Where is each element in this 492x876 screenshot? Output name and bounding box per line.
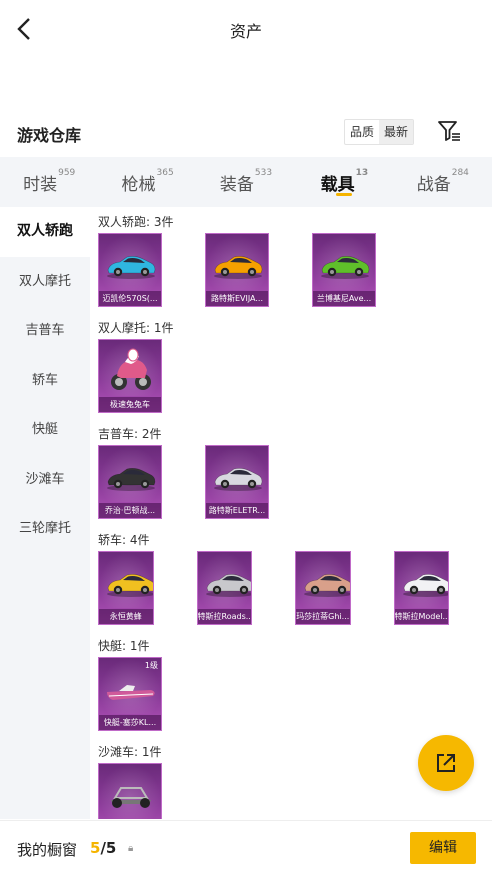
section-title: 快艇: 1件 [98,639,150,653]
tab-count: 365 [156,168,174,178]
vehicle-card[interactable]: 永恒黄蜂 [98,551,154,625]
vehicle-name: 特斯拉Model... [394,609,448,624]
tab-count: 533 [254,168,273,178]
vehicle-name: 快艇-塞莎KL... [99,715,161,730]
section-title: 双人轿跑: 3件 [98,215,174,229]
vehicle-name: 兰博基尼Ave... [313,291,375,306]
vehicle-card[interactable]: 路特斯EVIJA... [205,233,269,307]
vehicle-section: 快艇: 1件 1级快艇-塞莎KL... [90,631,492,737]
tab-1[interactable]: 枪械365 [98,157,196,207]
vehicle-icon [214,468,263,491]
share-button[interactable] [418,735,474,791]
tab-label: 装备 [219,175,254,195]
vehicle-list[interactable]: 双人轿跑: 3件 迈凯伦570S(... 路特斯EVIJA... 兰博基尼Ave...… [90,207,492,819]
vehicle-icon [304,574,350,597]
vehicle-name: 路特斯EVIJA... [206,291,268,306]
sort-latest-button[interactable]: 最新 [379,120,414,144]
vehicle-card[interactable]: 兰博基尼Ave... [312,233,376,307]
showcase-label: 我的橱窗 [17,841,78,859]
sort-quality-button[interactable]: 品质 [345,120,379,144]
vehicle-section: 双人摩托: 1件 极速兔兔车 [90,313,492,419]
vehicle-icon [107,256,156,279]
card-row: 1级快艇-塞莎KL... [98,653,492,737]
vehicle-name: 极速兔兔车 [99,397,161,412]
vehicle-name: 乔治·巴顿战... [99,503,161,518]
vehicle-icon [107,685,155,700]
vehicle-icon [321,256,370,279]
vehicle-icon [402,574,449,597]
tab-count: 959 [58,168,76,178]
vehicle-section: 轿车: 4件 永恒黄蜂 特斯拉Roads... 玛莎拉蒂Ghi... 特斯拉Model.… [90,525,492,631]
level-badge: 1级 [144,661,158,670]
sidebar-item[interactable]: 双人轿跑 [0,207,90,257]
vehicle-card[interactable]: 特斯拉Model... [393,551,449,625]
vehicle-card[interactable]: 乔治·巴顿战... [98,445,162,519]
vehicle-name: 玛莎拉蒂Ghi... [296,609,350,624]
vehicle-icon [205,574,252,597]
sort-toggle: 品质 最新 [344,119,415,145]
tab-label: 时装 [23,175,58,195]
card-row: 迈凯伦570S(... 路特斯EVIJA... 兰博基尼Ave... [98,229,492,313]
page-title: 资产 [229,22,262,41]
sidebar-item[interactable]: 三轮摩托 [0,504,90,554]
vehicle-icon [111,348,151,390]
category-tabs: 时装959 枪械365 装备533 载具13 战备284 [0,157,492,207]
sidebar-item[interactable]: 沙滩车 [0,455,90,505]
showcase-count-total: /5 [100,839,117,857]
external-link-icon [437,754,455,772]
vehicle-card[interactable]: 迈凯伦570S(... [98,233,162,307]
vehicle-icon [107,468,156,491]
section-title: 轿车: 4件 [98,533,150,547]
tab-label: 战备 [416,175,451,195]
vehicle-card[interactable]: 特斯拉Roads... [196,551,252,625]
warehouse-title: 游戏仓库 [17,126,82,145]
card-row: 极速兔兔车 [98,335,492,419]
vehicle-section: 双人轿跑: 3件 迈凯伦570S(... 路特斯EVIJA... 兰博基尼Ave... [90,207,492,313]
section-title: 双人摩托: 1件 [98,321,174,335]
vehicle-section: 吉普车: 2件 乔治·巴顿战... 路特斯ELETR... [90,419,492,525]
tab-label: 载具 [320,175,355,195]
sidebar-item[interactable]: 快艇 [0,405,90,455]
sidebar: 双人轿跑 双人摩托 吉普车 轿车 快艇 沙滩车 三轮摩托 [0,207,90,819]
vehicle-icon [214,256,263,279]
vehicle-card[interactable]: 1级快艇-塞莎KL... [98,657,162,731]
vehicle-card[interactable]: 玛莎拉蒂Ghi... [295,551,351,625]
sidebar-item[interactable]: 双人摩托 [0,257,90,307]
tab-label: 枪械 [121,175,156,195]
sidebar-item[interactable]: 轿车 [0,356,90,406]
sidebar-item[interactable]: 吉普车 [0,306,90,356]
tab-3[interactable]: 载具13 [295,157,393,207]
edit-button[interactable]: 编辑 [410,832,476,864]
filter-button[interactable] [436,118,462,144]
assets-page: 资产 游戏仓库 品质 最新 时装959 枪械365 装备533 载具13 战备284 双… [0,0,492,876]
tab-0[interactable]: 时装959 [0,157,98,207]
tab-count: 284 [451,168,469,178]
vehicle-name: 永恒黄蜂 [99,609,153,624]
filter-icon [438,121,460,141]
vehicle-card[interactable]: 极速兔兔车 [98,339,162,413]
vehicle-name: 路特斯ELETR... [206,503,268,518]
bottom-bar: 我的橱窗 5/5 🔒︎ 编辑 [0,820,492,876]
showcase-count: 5/5 [90,839,116,857]
vehicle-name: 迈凯伦570S(... [99,291,161,306]
card-row: 永恒黄蜂 特斯拉Roads... 玛莎拉蒂Ghi... 特斯拉Model... [98,547,492,631]
card-row: 乔治·巴顿战... 路特斯ELETR... [98,441,492,525]
vehicle-icon [107,574,153,597]
vehicle-icon [111,787,151,808]
lock-icon: 🔒︎ [128,843,134,854]
tab-4[interactable]: 战备284 [394,157,492,207]
showcase-count-current: 5 [90,839,101,857]
vehicle-card[interactable] [98,763,162,819]
top-bar: 资产 [0,0,492,58]
tab-count: 13 [355,168,369,178]
tab-2[interactable]: 装备533 [197,157,295,207]
section-title: 吉普车: 2件 [98,427,162,441]
vehicle-name: 特斯拉Roads... [197,609,251,624]
vehicle-card[interactable]: 路特斯ELETR... [205,445,269,519]
